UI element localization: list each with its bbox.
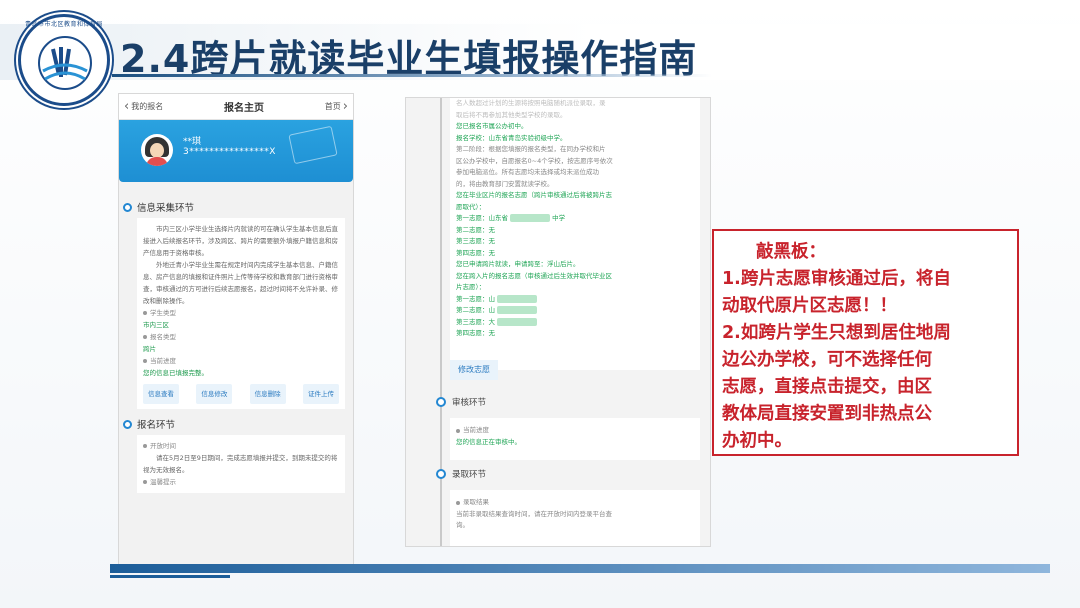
apply-card: 开放时间 请在5月2日至9日期间，完成志愿填报并提交，到期未提交的将视为无效报名… <box>137 435 345 493</box>
footer-bar <box>110 564 1050 573</box>
info-action-buttons: 信息查看 信息修改 信息删除 证件上传 <box>143 384 339 404</box>
callout-line: 教体局直接安置到非热点公 <box>722 404 932 424</box>
id-card-decoration-icon <box>288 125 338 165</box>
callout-line: 边公办学校，可不选择任何 <box>722 350 932 370</box>
delete-info-button[interactable]: 信息删除 <box>249 384 286 404</box>
edit-info-button[interactable]: 信息修改 <box>196 384 233 404</box>
stage2-line-4: 的，将由教育部门安置就读学校。 <box>456 179 554 188</box>
section-review: 审核环节 <box>436 396 486 408</box>
redaction-mask <box>510 214 551 222</box>
review-card: 当前进度 您的信息正在审核中。 <box>450 418 700 460</box>
view-info-button[interactable]: 信息查看 <box>143 384 179 404</box>
nav-title: 报名主页 <box>224 103 264 114</box>
wish-1-suffix: 中学 <box>552 214 566 222</box>
cross-wish-line-2: 片志愿）： <box>456 283 486 291</box>
progress-label: 当前进度 <box>143 355 339 367</box>
section-info-collection: 信息采集环节 <box>119 196 353 218</box>
chevron-right-icon: › <box>342 99 348 114</box>
cross-wish-2-text: 第二志愿：山 <box>456 306 495 314</box>
stage2-line-3: 参加电脑派位。所有志愿均未选择或均未派位成功 <box>456 168 599 176</box>
callout-line: 办初中。 <box>722 431 792 451</box>
title-underline <box>112 74 712 77</box>
apply-type-value: 跨片 <box>143 345 156 353</box>
section-apply: 报名环节 <box>119 413 353 435</box>
logo-text: 青岛市市北区教育和体育局 <box>24 21 103 28</box>
admission-result-label: 录取结果 <box>456 497 694 509</box>
section-title: 录取环节 <box>452 470 487 480</box>
phone-nav-bar: ‹ 我的报名 报名主页 首页 › <box>119 94 353 120</box>
user-name: **琪 <box>183 137 202 147</box>
cross-wish-3: 第三志愿：大 <box>456 317 694 329</box>
redaction-mask <box>497 317 538 326</box>
callout-line: 志愿，直接点击提交，由区 <box>722 377 932 397</box>
callout-line: 1.跨片志愿审核通过后，将自 <box>722 269 951 289</box>
open-time-label: 开放时间 <box>143 440 339 452</box>
wish-2: 第二志愿：无 <box>456 225 495 234</box>
logo-emblem-icon <box>38 36 92 90</box>
back-button[interactable]: ‹ 我的报名 <box>124 100 163 113</box>
phone-screen-wishes: 名人数超过计划的生源将按照电脑随机派位录取，录 取后将不再参加其他类型学校的录取… <box>405 97 711 547</box>
bureau-logo: 青岛市市北区教育和体育局 <box>18 14 110 106</box>
section-title: 报名环节 <box>137 420 176 431</box>
callout-line: 动取代原片区志愿！！ <box>722 296 897 316</box>
redaction-mask <box>497 294 538 303</box>
cross-head-line-2: 愿取代）： <box>456 202 486 211</box>
callout-title: 敲黑板： <box>756 242 826 262</box>
admission-text-2: 询。 <box>456 521 469 529</box>
user-id-number: 3****************X <box>183 147 276 157</box>
info-paragraph-2: 外地迁青小学毕业生需在规定时间内完成学生基本信息、户籍信息、房产信息的填报和证件… <box>143 261 338 305</box>
intro-line-1: 名人数超过计划的生源将按照电脑随机派位录取，录 <box>456 99 606 107</box>
cross-wish-1-text: 第一志愿：山 <box>456 294 495 303</box>
review-progress-value: 您的信息正在审核中。 <box>456 437 521 446</box>
school-line: 报名学校：山东省青岛实验初级中学。 <box>456 133 567 142</box>
wish-summary-card: 名人数超过计划的生源将按照电脑随机派位录取，录 取后将不再参加其他类型学校的录取… <box>450 98 700 370</box>
modify-wishes-button[interactable]: 修改志愿 <box>450 360 498 380</box>
cross-wish-4: 第四志愿：无 <box>456 329 495 337</box>
home-button[interactable]: 首页 › <box>325 100 348 113</box>
student-type-label: 学生类型 <box>143 307 339 319</box>
upload-documents-button[interactable]: 证件上传 <box>302 384 339 404</box>
tip-label: 温馨提示 <box>143 476 339 488</box>
chevron-left-icon: ‹ <box>124 99 130 114</box>
user-banner: **琪 3****************X <box>119 120 353 182</box>
phone-screen-apply-home: ‹ 我的报名 报名主页 首页 › **琪 3****************X … <box>118 93 354 565</box>
review-progress-label: 当前进度 <box>456 425 694 437</box>
section-title: 信息采集环节 <box>137 203 195 214</box>
student-type-value: 市内三区 <box>143 321 169 329</box>
progress-value: 您的信息已填报完整。 <box>143 369 208 377</box>
info-paragraph-1: 市内三区小学毕业生选择片内就读的可在确认学生基本信息后直接进入后续报名环节，涉及… <box>143 225 338 257</box>
footer-accent <box>110 575 230 578</box>
section-title: 审核环节 <box>452 398 487 408</box>
info-collection-card: 市内三区小学毕业生选择片内就读的可在确认学生基本信息后直接进入后续报名环节，涉及… <box>137 218 345 409</box>
timeline-dot-icon <box>123 202 132 212</box>
key-notes-callout: 敲黑板： 1.跨片志愿审核通过后，将自 动取代原片区志愿！！ 2.如跨片学生只想… <box>712 229 1019 456</box>
cross-wish-2: 第二志愿：山 <box>456 305 694 317</box>
section-admission: 录取环节 <box>436 468 486 480</box>
avatar <box>141 134 173 166</box>
stage2-line-2: 区公办学校中，自愿报名0~4个学校，按志愿序号依次 <box>456 156 613 165</box>
intro-line-2: 取后将不再参加其他类型学校的录取。 <box>456 110 567 119</box>
cross-wish-3-text: 第三志愿：大 <box>456 317 495 326</box>
timeline-dot-icon <box>123 419 132 429</box>
admission-card: 录取结果 当前非录取结果查询时间，请在开放时间内登录平台查 询。 <box>450 490 700 546</box>
cross-wish-line-1: 您在跨入片的报名志愿（审核通过后生效并取代毕业区 <box>456 271 612 280</box>
cross-head-line-1: 您在毕业区片的报名志愿（跨片审核通过后将被跨片志 <box>456 191 612 199</box>
stage2-line-1: 第二阶段：根据您填报的报名类型，在同办学校和片 <box>456 145 606 153</box>
open-time-text: 请在5月2日至9日期间，完成志愿填报并提交，到期未提交的将视为无效报名。 <box>143 454 338 474</box>
callout-line: 2.如跨片学生只想到居住地周 <box>722 323 951 343</box>
wish-1: 第一志愿：山东省 中学 <box>456 213 694 225</box>
timeline-dot-icon <box>436 397 446 407</box>
done-text: 您已报名市属公办初中。 <box>456 122 528 130</box>
apply-type-label: 报名类型 <box>143 331 339 343</box>
timeline-dot-icon <box>436 469 446 479</box>
wish-4: 第四志愿：无 <box>456 248 495 257</box>
wish-3: 第三志愿：无 <box>456 237 495 245</box>
wish-1-prefix: 第一志愿：山东省 <box>456 214 508 222</box>
admission-text-1: 当前非录取结果查询时间，请在开放时间内登录平台查 <box>456 509 612 518</box>
cross-wish-1: 第一志愿：山 <box>456 294 694 306</box>
back-label: 我的报名 <box>131 102 164 111</box>
redaction-mask <box>497 306 538 314</box>
cross-apply-text: 您已申请跨片就读，申请跨至：浮山后片。 <box>456 260 580 268</box>
home-label: 首页 <box>324 102 341 111</box>
